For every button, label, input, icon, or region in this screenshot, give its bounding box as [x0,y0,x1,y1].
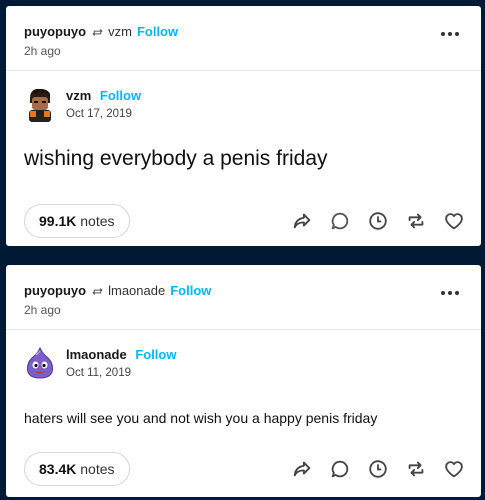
share-icon[interactable] [291,210,313,232]
author-follow-button[interactable]: Follow [100,88,141,103]
author-follow-button[interactable]: Follow [135,347,176,362]
reblog-icon [91,26,104,39]
avatar[interactable] [24,86,56,122]
reblogger-username[interactable]: puyopuyo [24,283,86,299]
post-card: puyopuyo vzm Follow 2h ago vzm Follow Oc… [6,6,481,246]
author-info: vzm Follow Oct 17, 2019 [66,86,141,120]
author-line: lmaonade Follow [66,347,176,363]
notes-label: notes [80,461,115,477]
post-date: Oct 11, 2019 [66,367,131,379]
post-actions [291,458,465,480]
post-body: vzm Follow Oct 17, 2019 wishing everybod… [6,71,481,172]
clock-icon[interactable] [367,458,389,480]
source-username[interactable]: lmaonade [108,283,165,299]
reply-icon[interactable] [329,210,351,232]
post-time-ago: 2h ago [24,303,61,317]
avatar[interactable] [24,345,56,381]
source-username[interactable]: vzm [108,24,132,40]
post-body: lmaonade Follow Oct 11, 2019 haters will… [6,330,481,427]
notes-count: 83.4K [39,461,77,477]
more-icon[interactable] [441,32,459,36]
author-username[interactable]: vzm [66,88,91,103]
reblog-line: puyopuyo vzm Follow [24,24,481,40]
post-text: wishing everybody a penis friday [24,147,328,170]
post-card: puyopuyo lmaonade Follow 2h ago lmaonade… [6,265,481,497]
reblog-action-icon[interactable] [405,458,427,480]
author-line: vzm Follow [66,88,141,104]
author-row: vzm Follow Oct 17, 2019 [24,86,463,122]
author-username[interactable]: lmaonade [66,347,127,362]
reblog-action-icon[interactable] [405,210,427,232]
notes-button[interactable]: 83.4K notes [24,452,130,486]
reblog-icon [91,285,104,298]
post-date: Oct 17, 2019 [66,108,132,120]
post-header: puyopuyo lmaonade Follow 2h ago [6,265,481,330]
clock-icon[interactable] [367,210,389,232]
notes-label: notes [80,213,115,229]
notes-button[interactable]: 99.1K notes [24,204,130,238]
heart-icon[interactable] [443,458,465,480]
post-header: puyopuyo vzm Follow 2h ago [6,6,481,71]
post-footer: 99.1K notes [24,204,463,238]
post-time-ago: 2h ago [24,44,61,58]
post-actions [291,210,465,232]
more-icon[interactable] [441,291,459,295]
post-text: haters will see you and not wish you a h… [24,410,378,426]
reply-icon[interactable] [329,458,351,480]
author-row: lmaonade Follow Oct 11, 2019 [24,345,463,381]
heart-icon[interactable] [443,210,465,232]
reblogger-username[interactable]: puyopuyo [24,24,86,40]
follow-button[interactable]: Follow [170,283,211,299]
notes-count: 99.1K [39,213,77,229]
reblog-line: puyopuyo lmaonade Follow [24,283,481,299]
share-icon[interactable] [291,458,313,480]
author-info: lmaonade Follow Oct 11, 2019 [66,345,176,379]
post-footer: 83.4K notes [24,452,463,486]
follow-button[interactable]: Follow [137,24,178,40]
